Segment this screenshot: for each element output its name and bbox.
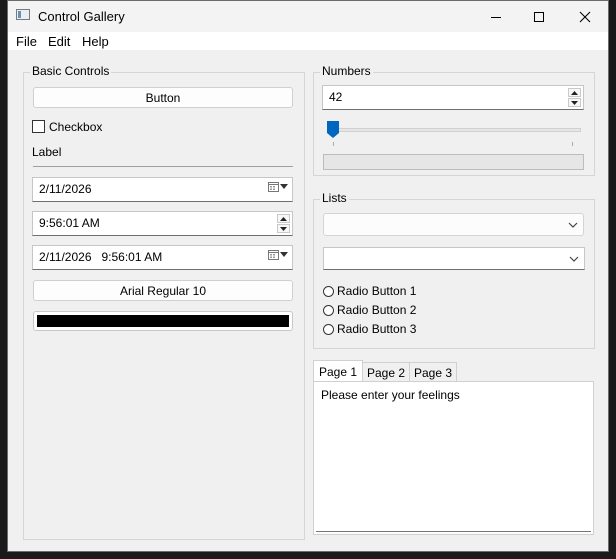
close-button[interactable] xyxy=(562,1,608,32)
close-icon xyxy=(579,11,591,22)
combo-box-1[interactable] xyxy=(323,213,584,236)
slider[interactable] xyxy=(323,118,583,148)
radio-button-1-label[interactable]: Radio Button 1 xyxy=(337,284,416,298)
button[interactable]: Button xyxy=(33,87,293,108)
slider-thumb[interactable] xyxy=(327,121,339,138)
numbers-title: Numbers xyxy=(320,64,373,78)
maximize-button[interactable] xyxy=(516,1,562,32)
app-icon xyxy=(16,9,30,20)
feelings-text: Please enter your feelings xyxy=(321,388,460,402)
radio-button-3[interactable]: Radio Button 3 xyxy=(323,322,416,336)
menu-bar: File Edit Help xyxy=(8,32,608,50)
datetime-calendar-dropdown[interactable] xyxy=(268,249,288,260)
date-picker[interactable]: 2/11/2026 xyxy=(32,177,293,202)
calendar-dropdown[interactable] xyxy=(268,181,288,192)
progress-bar xyxy=(323,154,584,170)
feelings-text-area[interactable]: Please enter your feelings xyxy=(316,384,591,532)
arrow-down-icon xyxy=(280,226,287,231)
time-value: 9:56:01 AM xyxy=(39,216,100,230)
checkbox-box[interactable] xyxy=(32,120,45,133)
time-spin-up[interactable] xyxy=(277,214,290,223)
tab-page-1[interactable]: Page 1 xyxy=(313,360,363,382)
color-button[interactable] xyxy=(33,311,293,331)
slider-track xyxy=(327,128,581,132)
minimize-icon xyxy=(491,16,501,18)
calendar-icon xyxy=(268,250,279,260)
radio-button-3-label[interactable]: Radio Button 3 xyxy=(337,322,416,336)
basic-controls-group: Basic Controls xyxy=(23,64,305,540)
calendar-icon xyxy=(268,182,279,192)
checkbox-label[interactable]: Checkbox xyxy=(49,120,102,134)
font-button[interactable]: Arial Regular 10 xyxy=(33,280,293,301)
datetime-value: 2/11/2026 9:56:01 AM xyxy=(39,250,163,264)
chevron-down-icon xyxy=(569,256,579,262)
menu-file[interactable]: File xyxy=(16,34,37,49)
separator xyxy=(33,166,293,167)
number-spinbox[interactable]: 42 xyxy=(322,85,584,110)
radio-circle[interactable] xyxy=(323,304,334,316)
title-bar[interactable]: Control Gallery xyxy=(8,1,608,32)
maximize-icon xyxy=(534,11,544,22)
date-value: 2/11/2026 xyxy=(39,182,92,196)
tab-panel: Please enter your feelings xyxy=(313,381,594,535)
arrow-up-icon xyxy=(571,90,578,95)
time-spinner[interactable] xyxy=(277,214,290,233)
radio-button-1[interactable]: Radio Button 1 xyxy=(323,284,416,298)
arrow-up-icon xyxy=(280,216,287,221)
time-spin-down[interactable] xyxy=(277,224,290,233)
basic-controls-title: Basic Controls xyxy=(30,64,112,78)
time-picker[interactable]: 9:56:01 AM xyxy=(32,211,293,236)
tab-page-2[interactable]: Page 2 xyxy=(363,362,410,382)
arrow-down-icon xyxy=(571,100,578,105)
window-title: Control Gallery xyxy=(38,9,125,24)
datetime-picker[interactable]: 2/11/2026 9:56:01 AM xyxy=(32,245,293,270)
radio-button-2[interactable]: Radio Button 2 xyxy=(323,303,416,317)
radio-button-2-label[interactable]: Radio Button 2 xyxy=(337,303,416,317)
slider-tick xyxy=(572,142,573,146)
basic-label: Label xyxy=(32,145,62,159)
radio-circle[interactable] xyxy=(323,323,334,335)
slider-thumb-icon xyxy=(327,121,339,138)
chevron-down-icon xyxy=(280,251,288,257)
slider-tick xyxy=(333,142,334,146)
menu-edit[interactable]: Edit xyxy=(48,34,70,49)
main-window: Control Gallery File Edit Help Basic Con… xyxy=(7,0,609,552)
tab-page-3[interactable]: Page 3 xyxy=(410,362,457,382)
minimize-button[interactable] xyxy=(473,1,519,32)
lists-title: Lists xyxy=(320,191,349,205)
combo-box-2[interactable] xyxy=(323,247,585,270)
number-spin-down[interactable] xyxy=(568,98,581,107)
menu-help[interactable]: Help xyxy=(82,34,109,49)
chevron-down-icon xyxy=(568,222,578,228)
spinbox-value: 42 xyxy=(329,90,343,104)
number-spinner[interactable] xyxy=(568,88,581,107)
radio-circle[interactable] xyxy=(323,285,334,297)
number-spin-up[interactable] xyxy=(568,88,581,97)
color-swatch xyxy=(37,315,289,327)
chevron-down-icon xyxy=(280,183,288,189)
